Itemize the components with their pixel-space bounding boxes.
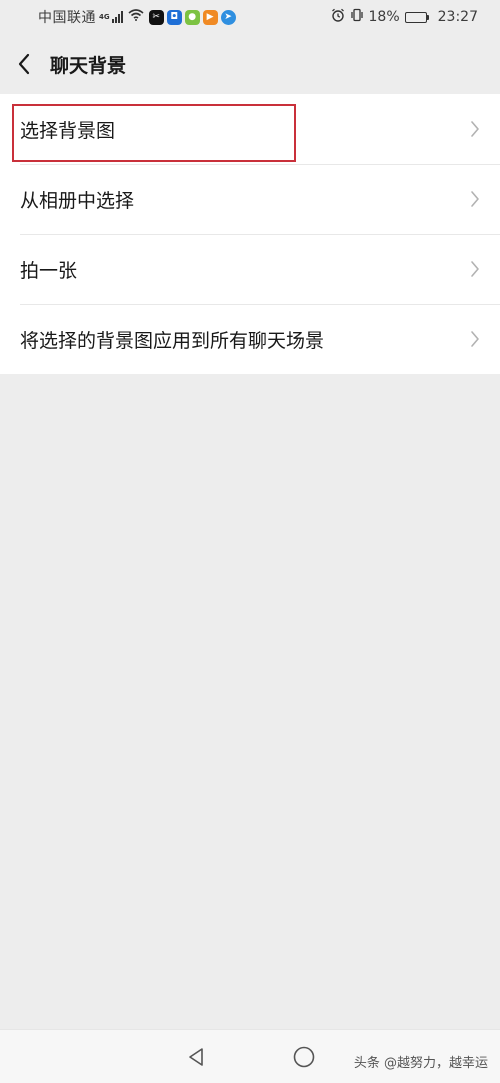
battery-icon (404, 11, 429, 23)
nav-bar: 聊天背景 (0, 34, 500, 94)
menu-list: 选择背景图 从相册中选择 拍一张 将选择的背景图应用到所有聊天场景 (0, 94, 500, 374)
wifi-icon (128, 9, 144, 25)
menu-item-label: 从相册中选择 (20, 189, 135, 212)
system-navigation-bar: 头条 @越努力，越幸运 (0, 1029, 500, 1083)
vibrate-icon (350, 8, 364, 26)
green-app-icon: ● (184, 9, 200, 25)
status-right: 18% 23:27 (331, 8, 478, 26)
chevron-right-icon (470, 260, 480, 278)
home-circle-icon (293, 1046, 315, 1067)
signal-icon (111, 11, 123, 23)
menu-item-label: 将选择的背景图应用到所有聊天场景 (20, 329, 325, 352)
network-indicator: 4G (99, 12, 110, 21)
watermark-text: 头条 @越努力，越幸运 (353, 1056, 488, 1071)
alarm-icon (331, 8, 345, 26)
menu-item-choose-from-album[interactable]: 从相册中选择 (0, 164, 500, 234)
blue-app-icon: ➤ (220, 9, 236, 25)
back-button[interactable] (0, 34, 48, 94)
orange-play-icon: ▶ (202, 9, 218, 25)
capcut-icon: ✂ (148, 9, 164, 25)
chevron-right-icon (470, 330, 480, 348)
menu-item-label: 选择背景图 (20, 119, 116, 142)
menu-item-choose-background[interactable]: 选择背景图 (0, 94, 500, 164)
status-left: 中国联通 4G ✂ ◘ ● ▶ ➤ (38, 7, 236, 27)
status-bar: 中国联通 4G ✂ ◘ ● ▶ ➤ 18% 23:27 (0, 0, 500, 34)
menu-item-label: 拍一张 (20, 259, 78, 282)
notification-app-icons: ✂ ◘ ● ▶ ➤ (148, 9, 236, 25)
shield-app-icon: ◘ (166, 9, 182, 25)
back-triangle-icon (189, 1047, 203, 1066)
back-arrow-icon (18, 53, 30, 75)
page-title: 聊天背景 (50, 54, 127, 77)
chevron-right-icon (470, 190, 480, 208)
battery-percent: 18% (368, 9, 400, 25)
system-back-button[interactable] (176, 1037, 216, 1077)
menu-item-apply-to-all-chats[interactable]: 将选择的背景图应用到所有聊天场景 (0, 304, 500, 374)
chevron-right-icon (470, 120, 480, 138)
network-type: 4G (99, 12, 110, 21)
app-root: 中国联通 4G ✂ ◘ ● ▶ ➤ 18% 23:27 聊天背景 选择背景图 从… (0, 0, 500, 1083)
clock: 23:27 (437, 9, 478, 25)
system-home-button[interactable] (284, 1037, 324, 1077)
carrier-name: 中国联通 (38, 10, 96, 26)
menu-item-take-photo[interactable]: 拍一张 (0, 234, 500, 304)
